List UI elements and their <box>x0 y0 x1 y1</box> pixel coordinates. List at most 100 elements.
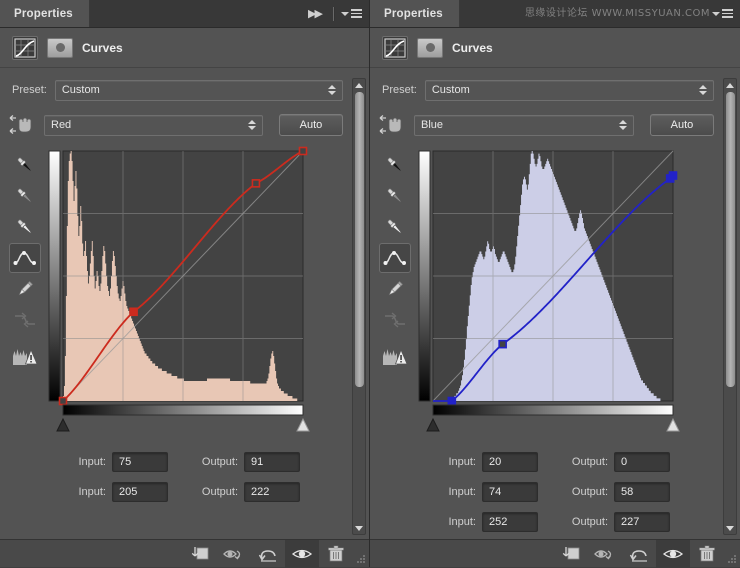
output-field[interactable]: 0 <box>614 452 670 472</box>
hand-pointer-glyph-icon <box>9 115 32 134</box>
curve-graph-red[interactable] <box>46 146 316 439</box>
scroll-down-arrow-icon[interactable] <box>355 522 363 534</box>
toggle-layer-visibility-icon[interactable] <box>285 539 319 568</box>
clipping-warning-icon[interactable] <box>9 342 41 372</box>
layer-mask-icon[interactable] <box>47 37 73 58</box>
curve-control-point[interactable] <box>129 307 138 317</box>
curve-editor-area <box>0 140 369 439</box>
output-label: Output: <box>571 486 608 498</box>
black-point-slider[interactable] <box>56 417 70 432</box>
reset-adjustment-icon[interactable] <box>622 540 656 568</box>
clip-to-layer-icon[interactable] <box>183 540 217 568</box>
curves-adjustment-icon[interactable] <box>382 35 408 60</box>
chevron-down-icon <box>341 11 349 16</box>
preset-row: Preset: Custom <box>370 74 740 106</box>
scroll-up-arrow-icon[interactable] <box>355 79 363 91</box>
curves-adjustment-icon[interactable] <box>12 35 38 60</box>
curve-glyph-icon <box>383 251 406 265</box>
curve-graph-blue[interactable] <box>416 146 686 439</box>
clip-to-layer-icon[interactable] <box>554 540 588 568</box>
input-field[interactable]: 252 <box>482 512 538 532</box>
panel-scrollbar[interactable] <box>723 78 737 535</box>
preset-label: Preset: <box>12 84 47 96</box>
output-label: Output: <box>571 516 608 528</box>
input-output-row: Input: 20 Output: 0 <box>436 447 714 477</box>
stepper-arrows-icon <box>619 120 627 130</box>
curves-glyph-icon <box>384 37 406 58</box>
curve-control-point[interactable] <box>498 339 507 349</box>
panel-menu-icon[interactable] <box>341 9 362 18</box>
auto-button[interactable]: Auto <box>279 114 343 136</box>
pencil-tool-icon[interactable] <box>9 274 41 304</box>
preset-row: Preset: Custom <box>0 74 369 106</box>
gray-point-eyedropper-icon[interactable] <box>9 181 41 211</box>
black-point-slider[interactable] <box>426 417 440 432</box>
scrollbar-thumb[interactable] <box>354 92 364 387</box>
panel-bottom-toolbar <box>370 539 740 568</box>
tabstrip-controls <box>705 0 740 27</box>
preset-label: Preset: <box>382 84 417 96</box>
delete-adjustment-layer-icon[interactable] <box>319 540 353 568</box>
panel-menu-icon[interactable] <box>712 9 733 18</box>
properties-panel-blue: Properties 思缘设计论坛 WWW.MISSYUAN.COM Curve… <box>370 0 740 568</box>
delete-adjustment-layer-icon[interactable] <box>690 540 724 568</box>
curve-control-point[interactable] <box>668 171 678 180</box>
clipping-warning-icon[interactable] <box>379 342 411 372</box>
panel-scrollbar[interactable] <box>352 78 366 535</box>
curve-control-point[interactable] <box>251 179 261 188</box>
scroll-down-arrow-icon[interactable] <box>726 522 734 534</box>
output-field[interactable]: 58 <box>614 482 670 502</box>
reset-adjustment-icon[interactable] <box>251 540 285 568</box>
smooth-curve-icon[interactable] <box>379 305 411 335</box>
channel-select[interactable]: Blue <box>414 114 634 136</box>
gray-point-eyedropper-icon[interactable] <box>379 181 411 211</box>
layer-mask-icon[interactable] <box>417 37 443 58</box>
scrollbar-thumb[interactable] <box>725 92 735 387</box>
smooth-curve-icon[interactable] <box>9 305 41 335</box>
black-point-eyedropper-icon[interactable] <box>379 150 411 180</box>
properties-panel-red: Properties ▶▶ Curves Preset: Custom Red … <box>0 0 370 568</box>
curve-control-point[interactable] <box>58 396 68 406</box>
white-point-eyedropper-icon[interactable] <box>379 212 411 242</box>
tab-properties[interactable]: Properties <box>370 0 460 27</box>
curve-editor-area <box>370 140 740 439</box>
curve-tools-column <box>376 146 414 439</box>
view-previous-state-icon[interactable] <box>217 540 251 568</box>
targeted-adjustment-icon[interactable] <box>8 114 36 136</box>
input-field[interactable]: 205 <box>112 482 168 502</box>
curve-point-tool-icon[interactable] <box>9 243 41 273</box>
photoshop-curves-dual-panel: Properties ▶▶ Curves Preset: Custom Red … <box>0 0 740 568</box>
white-point-eyedropper-icon[interactable] <box>9 212 41 242</box>
input-field[interactable]: 75 <box>112 452 168 472</box>
white-point-slider[interactable] <box>666 417 680 432</box>
output-field[interactable]: 227 <box>614 512 670 532</box>
curve-point-tool-icon[interactable] <box>379 243 411 273</box>
collapse-panel-icon[interactable]: ▶▶ <box>308 7 326 20</box>
preset-select[interactable]: Custom <box>54 79 343 101</box>
curve-graph-svg[interactable] <box>416 146 686 436</box>
pencil-tool-icon[interactable] <box>379 274 411 304</box>
curve-control-point[interactable] <box>447 396 457 406</box>
tab-properties[interactable]: Properties <box>0 0 90 27</box>
input-field[interactable]: 20 <box>482 452 538 472</box>
curve-control-point[interactable] <box>298 146 308 156</box>
input-label: Input: <box>448 516 476 528</box>
output-field[interactable]: 222 <box>244 482 300 502</box>
scroll-up-arrow-icon[interactable] <box>726 79 734 91</box>
preset-select[interactable]: Custom <box>424 79 714 101</box>
curve-graph-svg[interactable] <box>46 146 316 436</box>
input-field[interactable]: 74 <box>482 482 538 502</box>
stepper-arrows-icon <box>328 85 336 95</box>
curves-glyph-icon <box>14 37 36 58</box>
black-point-eyedropper-icon[interactable] <box>9 150 41 180</box>
panel-resize-grip[interactable] <box>724 540 740 568</box>
input-output-rows-blue: Input: 20 Output: 0 Input: 74 Output: 58 Input: 2… <box>370 439 740 537</box>
output-field[interactable]: 91 <box>244 452 300 472</box>
panel-resize-grip[interactable] <box>353 540 369 568</box>
toggle-layer-visibility-icon[interactable] <box>656 539 690 568</box>
channel-select[interactable]: Red <box>44 114 263 136</box>
auto-button[interactable]: Auto <box>650 114 714 136</box>
view-previous-state-icon[interactable] <box>588 540 622 568</box>
white-point-slider[interactable] <box>296 417 310 432</box>
targeted-adjustment-icon[interactable] <box>378 114 406 136</box>
